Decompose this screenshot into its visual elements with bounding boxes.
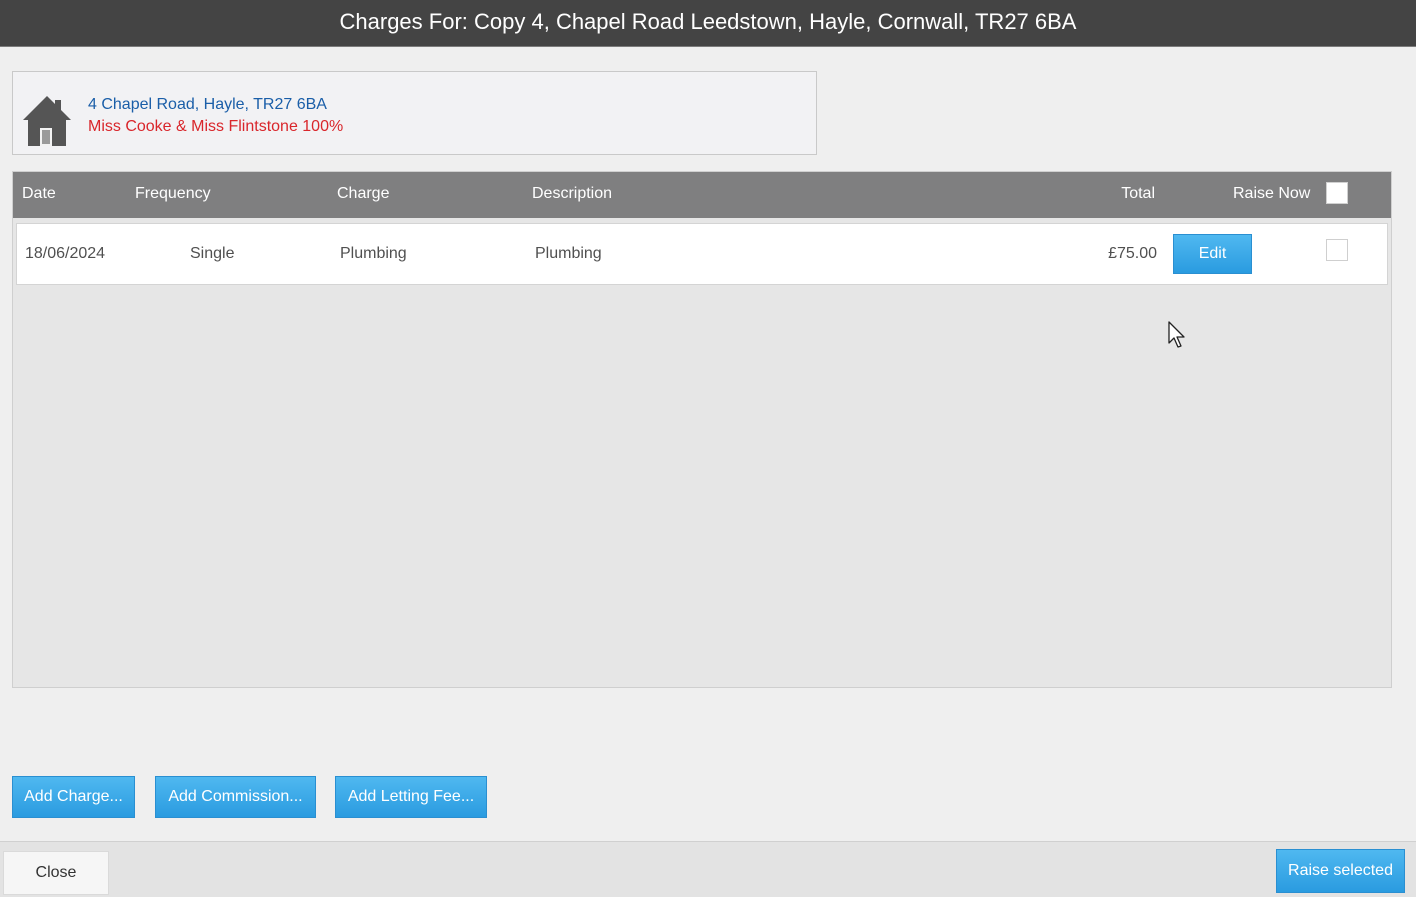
grid-header: Date Frequency Charge Description Total …: [13, 172, 1391, 218]
charges-grid: Date Frequency Charge Description Total …: [12, 171, 1392, 688]
column-header-frequency[interactable]: Frequency: [135, 185, 211, 203]
table-row[interactable]: 18/06/2024 Single Plumbing Plumbing £75.…: [16, 223, 1388, 285]
column-header-total[interactable]: Total: [1121, 185, 1155, 203]
raise-now-checkbox[interactable]: [1326, 239, 1348, 261]
footer-bar: Close Raise selected: [0, 841, 1416, 897]
column-header-charge[interactable]: Charge: [337, 185, 389, 203]
add-commission-button[interactable]: Add Commission...: [155, 776, 316, 818]
cell-total: £75.00: [1108, 245, 1157, 262]
property-owners: Miss Cooke & Miss Flintstone 100%: [88, 118, 344, 135]
property-card: 4 Chapel Road, Hayle, TR27 6BA Miss Cook…: [12, 71, 817, 155]
add-letting-fee-button[interactable]: Add Letting Fee...: [335, 776, 487, 818]
add-charge-button[interactable]: Add Charge...: [12, 776, 135, 818]
cell-description: Plumbing: [535, 245, 602, 262]
cell-charge: Plumbing: [340, 245, 407, 262]
column-header-description[interactable]: Description: [532, 185, 612, 203]
window-title: Charges For: Copy 4, Chapel Road Leedsto…: [0, 0, 1416, 47]
raise-selected-button[interactable]: Raise selected: [1276, 849, 1405, 893]
column-header-date[interactable]: Date: [22, 185, 56, 203]
house-icon: [23, 96, 71, 146]
cell-date: 18/06/2024: [25, 245, 106, 262]
cell-frequency: Single: [190, 245, 235, 262]
close-button[interactable]: Close: [3, 851, 109, 895]
property-address: 4 Chapel Road, Hayle, TR27 6BA: [88, 96, 327, 113]
edit-button[interactable]: Edit: [1173, 234, 1252, 274]
select-all-checkbox[interactable]: [1326, 182, 1348, 204]
column-header-raise-now: Raise Now: [1233, 185, 1311, 202]
mouse-cursor-icon: [1168, 321, 1185, 348]
